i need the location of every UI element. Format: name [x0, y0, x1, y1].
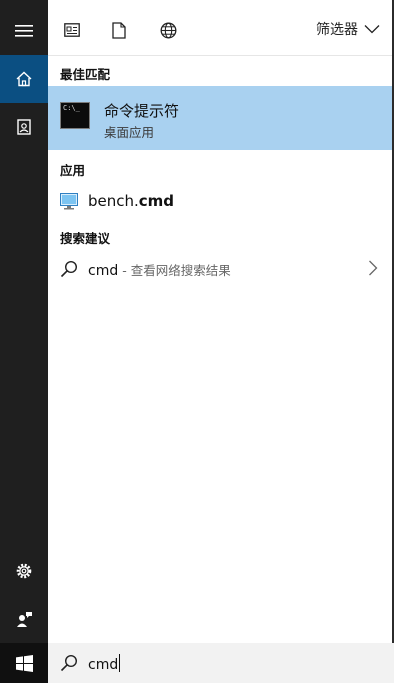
apps-filter-button[interactable]: [60, 18, 84, 42]
start-button[interactable]: [0, 643, 48, 683]
app-name-match: cmd: [138, 192, 175, 210]
monitor-app-icon: [60, 193, 78, 210]
windows-logo-icon: [15, 654, 33, 672]
search-input-value: cmd: [88, 657, 119, 673]
search-suggestions-header: 搜索建议: [60, 231, 111, 246]
chevron-right-icon: [369, 260, 378, 276]
best-match-header: 最佳匹配: [60, 67, 111, 82]
settings-button[interactable]: [0, 547, 48, 595]
results-toolbar: 筛选器: [48, 0, 392, 56]
best-match-subtitle: 桌面应用: [104, 125, 155, 140]
app-name-prefix: bench.: [88, 192, 139, 210]
web-search-suggestion[interactable]: cmd - 查看网络搜索结果: [48, 252, 392, 286]
home-icon: [16, 71, 32, 87]
hamburger-menu-button[interactable]: [0, 7, 48, 55]
documents-button[interactable]: [0, 103, 48, 151]
file-icon: [112, 21, 126, 39]
command-prompt-icon-text: C:\_: [63, 104, 80, 112]
search-results-panel: 筛选器 最佳匹配 C:\_ 命令提示符 桌面应用 应用 bench.cmd 搜索…: [48, 0, 394, 643]
filter-dropdown[interactable]: 筛选器: [316, 19, 380, 39]
home-button[interactable]: [0, 55, 48, 103]
command-prompt-icon: C:\_: [60, 102, 90, 129]
document-icon: [17, 119, 31, 135]
search-box[interactable]: cmd: [48, 643, 394, 683]
globe-icon: [160, 22, 176, 38]
search-icon: [60, 260, 78, 278]
best-match-title: 命令提示符: [104, 102, 180, 120]
search-icon: [60, 654, 78, 672]
filter-label: 筛选器: [316, 22, 358, 38]
suggestion-text: cmd - 查看网络搜索结果: [88, 260, 231, 279]
best-match-item[interactable]: C:\_ 命令提示符 桌面应用: [48, 86, 392, 150]
text-caret: [119, 654, 121, 672]
suggestion-hint: - 查看网络搜索结果: [118, 263, 231, 278]
suggestion-query: cmd: [88, 263, 119, 279]
start-menu-rail: [0, 0, 48, 683]
hamburger-icon: [15, 25, 33, 37]
app-name: bench.cmd: [88, 192, 174, 210]
user-feedback-button[interactable]: [0, 595, 48, 643]
document-list-icon: [64, 23, 80, 37]
search-input[interactable]: cmd: [88, 654, 121, 673]
gear-icon: [16, 563, 32, 579]
web-filter-button[interactable]: [156, 18, 180, 42]
person-feedback-icon: [17, 612, 32, 627]
documents-filter-button[interactable]: [107, 18, 131, 42]
chevron-down-icon: [364, 25, 380, 34]
app-list-item[interactable]: bench.cmd: [48, 184, 392, 220]
apps-header: 应用: [60, 163, 86, 178]
